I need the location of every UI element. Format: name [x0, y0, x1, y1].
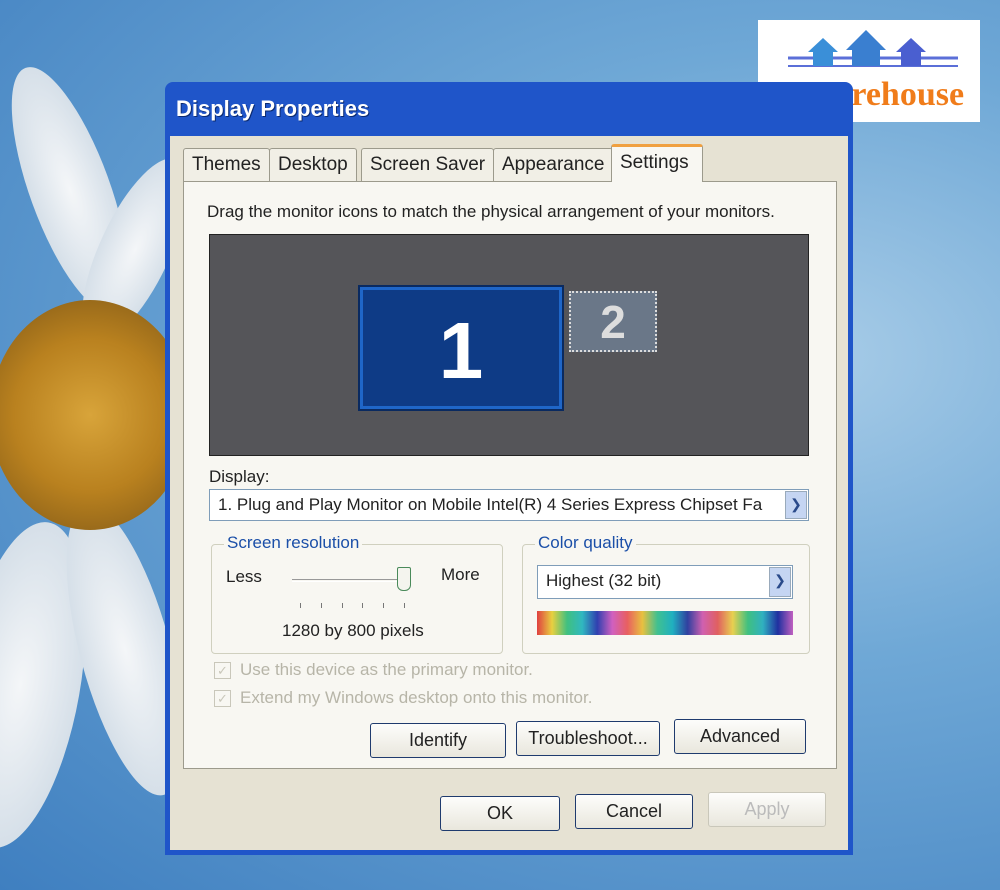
monitor-2-label: 2: [600, 296, 626, 348]
ok-button[interactable]: OK: [440, 796, 560, 831]
tab-settings[interactable]: Settings: [611, 144, 703, 182]
extend-desktop-checkbox[interactable]: ✓: [214, 690, 231, 707]
chevron-down-icon[interactable]: ❯: [769, 567, 791, 597]
less-label: Less: [226, 567, 262, 586]
display-label: Display:: [209, 467, 270, 486]
resolution-slider-thumb[interactable]: [397, 567, 411, 591]
slider-tick: [362, 603, 364, 608]
color-spectrum-bar: [537, 611, 793, 635]
settings-panel: Drag the monitor icons to match the phys…: [183, 181, 837, 769]
tab-themes[interactable]: Themes: [183, 148, 270, 181]
chevron-down-icon[interactable]: ❯: [785, 491, 807, 519]
instruction-text: Drag the monitor icons to match the phys…: [207, 202, 775, 221]
monitor-1-icon[interactable]: 1: [358, 285, 564, 411]
resolution-value: 1280 by 800 pixels: [282, 621, 424, 640]
display-select[interactable]: 1. Plug and Play Monitor on Mobile Intel…: [209, 489, 809, 521]
slider-tick: [404, 603, 405, 608]
primary-monitor-checkbox[interactable]: ✓: [214, 662, 231, 679]
screen-resolution-group: Screen resolution Less More 1280 by 800 …: [211, 533, 503, 654]
slider-tick: [341, 603, 343, 608]
color-quality-select[interactable]: Highest (32 bit) ❯: [537, 565, 793, 599]
monitor-1-label: 1: [438, 306, 484, 395]
advanced-button[interactable]: Advanced: [674, 719, 806, 754]
screen-resolution-label: Screen resolution: [224, 533, 363, 553]
troubleshoot-button[interactable]: Troubleshoot...: [516, 721, 660, 756]
primary-monitor-label: Use this device as the primary monitor.: [240, 660, 533, 679]
color-quality-group: Color quality Highest (32 bit) ❯: [522, 533, 810, 654]
apply-button[interactable]: Apply: [708, 792, 826, 827]
color-quality-value: Highest (32 bit): [546, 571, 662, 590]
dialog-body: Themes Desktop Screen Saver Appearance S…: [170, 136, 848, 850]
slider-tick: [300, 603, 301, 608]
window-title: Display Properties: [176, 96, 370, 121]
tab-appearance[interactable]: Appearance: [493, 148, 614, 181]
color-quality-label: Color quality: [535, 533, 636, 553]
tab-desktop[interactable]: Desktop: [269, 148, 357, 181]
more-label: More: [441, 565, 480, 584]
slider-tick: [320, 603, 322, 608]
monitor-arrangement-area: 1 2: [209, 234, 809, 456]
display-properties-window: Display Properties Themes Desktop Screen…: [165, 82, 853, 855]
cancel-button[interactable]: Cancel: [575, 794, 693, 829]
monitor-2-icon[interactable]: 2: [569, 291, 657, 352]
extend-desktop-label: Extend my Windows desktop onto this moni…: [240, 688, 593, 707]
tab-screen-saver[interactable]: Screen Saver: [361, 148, 495, 181]
resolution-slider-track[interactable]: [292, 579, 404, 582]
identify-button[interactable]: Identify: [370, 723, 506, 758]
display-value: 1. Plug and Play Monitor on Mobile Intel…: [218, 495, 763, 514]
slider-tick: [383, 603, 385, 608]
